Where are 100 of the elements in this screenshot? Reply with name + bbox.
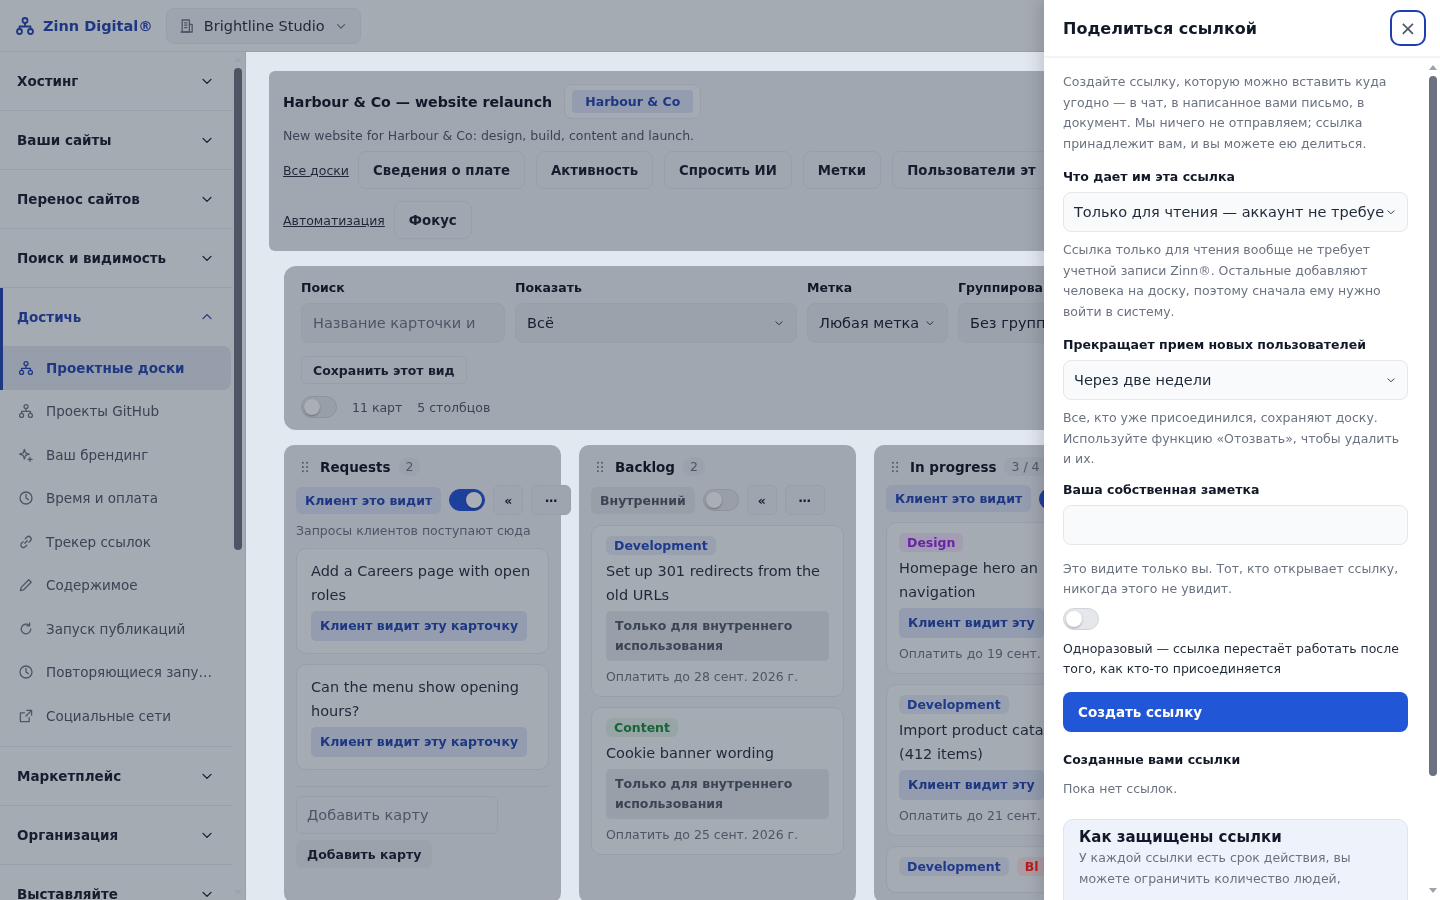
- create-link-button[interactable]: Создать ссылку: [1063, 691, 1408, 732]
- select-field[interactable]: Всё: [515, 303, 797, 343]
- task-card[interactable]: Development Set up 301 redirects from the old URLs Только для внутреннего использования Оплатить до 28 сент. 2026 г.: [591, 525, 844, 697]
- card-count: 2: [682, 457, 705, 476]
- sitemap-icon: [18, 403, 34, 420]
- tag-label: Content: [606, 718, 678, 737]
- task-card[interactable]: Content Cookie banner wording Только для внутреннего использования Оплатить до 25 сент. 2026 г.: [591, 707, 844, 855]
- intro-text: Создайте ссылку, которую можно вставить куда угодно — в чат, в написанное вами письмо, в документ. Мы ничего не отправляем; ссылка принадлежит вам, и вы можете ею делиться.: [1063, 73, 1388, 153]
- tag-label: Development: [899, 695, 1009, 714]
- expiry-select[interactable]: Через две недели: [1063, 360, 1408, 400]
- more-button[interactable]: ⋯: [531, 485, 572, 515]
- tag-label: Design: [899, 533, 964, 552]
- column-note: Запросы клиентов поступают сюда: [296, 523, 532, 538]
- toggle-switch[interactable]: [301, 396, 337, 418]
- close-button[interactable]: ×: [1390, 10, 1426, 46]
- task-card[interactable]: Design Homepage hero an navigation Клиент видит эту Оплатить до 19 сент.: [886, 522, 1044, 674]
- external-icon: [18, 707, 34, 724]
- due-date: Оплатить до 28 сент. 2026 г.: [606, 669, 800, 684]
- sidebar-section[interactable]: Маркетплейс: [0, 746, 233, 805]
- toggle-label: Одноразовый — ссылка перестаёт работать после того, как кто-то присоединяется: [1063, 639, 1400, 678]
- add-card-field[interactable]: Добавить карту: [296, 796, 498, 834]
- nav-button[interactable]: Спросить ИИ: [664, 151, 792, 189]
- tag-label: Development: [606, 536, 716, 555]
- sidebar-item[interactable]: Проекты GitHub: [0, 389, 231, 433]
- visibility-label: Внутренний: [591, 486, 695, 514]
- sidebar-section[interactable]: Организация: [0, 805, 233, 864]
- client-tag: Harbour & Co: [564, 84, 702, 119]
- nav-button[interactable]: Сведения о плате: [357, 151, 525, 189]
- scrollbar[interactable]: [1429, 76, 1437, 776]
- collapse-button[interactable]: «: [746, 485, 777, 515]
- scroll-down-icon[interactable]: [1429, 888, 1437, 894]
- select-field[interactable]: Без групп: [958, 303, 1044, 343]
- column-count: 5 столбцов: [417, 399, 491, 415]
- task-card[interactable]: Development Bl: [886, 846, 1044, 893]
- scroll-up-icon[interactable]: [1429, 64, 1437, 70]
- visibility-label: Клиент видит эту: [899, 608, 1044, 638]
- section-title: Созданные вами ссылки: [1063, 751, 1242, 767]
- access-select[interactable]: Только для чтения — аккаунт не требуе: [1063, 192, 1408, 232]
- empty-state-text: Пока нет ссылок.: [1063, 779, 1179, 798]
- sidebar-item[interactable]: Время и оплата: [0, 476, 231, 520]
- field-label: Поиск: [301, 280, 346, 295]
- sidebar-item[interactable]: Трекер ссылок: [0, 520, 231, 564]
- card-title: Homepage hero an navigation: [899, 559, 1039, 602]
- drawer-title: Поделиться ссылкой: [1063, 18, 1258, 38]
- card-title: Can the menu show opening hours?: [311, 678, 520, 721]
- more-button[interactable]: ⋯: [784, 485, 825, 515]
- info-title: Как защищены ссылки: [1079, 828, 1283, 846]
- refresh-icon: [18, 620, 34, 637]
- nav-button[interactable]: Активность: [535, 151, 654, 189]
- visibility-label: Клиент видит эту: [899, 770, 1044, 800]
- clock-icon: [18, 664, 34, 681]
- save-view-button[interactable]: Сохранить этот вид: [301, 356, 467, 384]
- add-card-button[interactable]: Добавить карту: [296, 840, 433, 868]
- clock-icon: [18, 490, 34, 507]
- sidebar-section[interactable]: Перенос сайтов: [0, 170, 233, 228]
- sidebar-item[interactable]: Повторяющиеся запу…: [0, 650, 231, 694]
- card-title: Add a Careers page with open roles: [311, 562, 532, 605]
- visibility-label: Только для внутреннего использования: [606, 611, 829, 661]
- nav-button[interactable]: Метки: [802, 151, 882, 189]
- board-title: Harbour & Co — website relaunch: [283, 93, 553, 110]
- due-date: Оплатить до 21 сент.: [899, 808, 1042, 823]
- tag-label: Development: [899, 857, 1009, 876]
- card-title: Set up 301 redirects from the old URLs: [606, 562, 822, 605]
- select-field[interactable]: Любая метка: [807, 303, 948, 343]
- task-card[interactable]: Development Import product cata (412 items) Клиент видит эту Оплатить до 21 сент.: [886, 684, 1044, 836]
- sidebar-section[interactable]: Хостинг: [0, 52, 233, 110]
- nav-button[interactable]: Пользователи эт: [892, 151, 1044, 189]
- workspace-selector[interactable]: Brightline Studio: [165, 7, 361, 44]
- toggle-switch[interactable]: [702, 489, 739, 511]
- sitemap-icon: [18, 359, 34, 376]
- sidebar-item[interactable]: Содержимое: [0, 563, 231, 607]
- sidebar-section[interactable]: Ваши сайты: [0, 111, 233, 169]
- visibility-label: Клиент видит эту карточку: [311, 611, 528, 641]
- nav-link[interactable]: Автоматизация: [283, 212, 385, 228]
- visibility-label: Только для внутреннего использования: [606, 769, 829, 819]
- help-text: Все, кто уже присоединился, сохраняют доску. Используйте функцию «Отозвать», чтобы удалить и их.: [1063, 409, 1401, 468]
- field-label: Прекращает прием новых пользователей: [1063, 337, 1367, 352]
- field-label: Что дает им эта ссылка: [1063, 169, 1236, 184]
- nav-link[interactable]: Все доски: [283, 162, 349, 178]
- scrollbar[interactable]: [234, 68, 242, 550]
- building-icon: [178, 17, 195, 34]
- field-label: Группирова: [958, 280, 1044, 295]
- sidebar-item[interactable]: Социальные сети: [0, 694, 231, 738]
- pencil-icon: [18, 577, 34, 594]
- note-field[interactable]: [1063, 504, 1408, 545]
- info-text: У каждой ссылки есть срок действия, вы можете ограничить количество людей,: [1079, 849, 1352, 888]
- toggle-switch[interactable]: [449, 489, 486, 511]
- task-card[interactable]: Can the menu show opening hours? Клиент видит эту карточку: [296, 664, 549, 770]
- task-card[interactable]: Add a Careers page with open roles Клиент видит эту карточку: [296, 548, 549, 654]
- sidebar-item[interactable]: Проектные доски: [0, 346, 231, 390]
- sitemap-icon: [15, 15, 35, 36]
- due-date: Оплатить до 25 сент. 2026 г.: [606, 827, 800, 842]
- nav-button[interactable]: Фокус: [393, 201, 472, 239]
- collapse-button[interactable]: «: [493, 485, 524, 515]
- search-field[interactable]: Название карточки и: [301, 303, 505, 343]
- sidebar-item[interactable]: Ваш брендинг: [0, 433, 231, 477]
- sidebar-section[interactable]: Поиск и видимость: [0, 229, 233, 287]
- sidebar-section[interactable]: Выставляйте: [0, 864, 233, 900]
- visibility-label: Клиент это видит: [296, 486, 442, 514]
- sidebar-item[interactable]: Запуск публикаций: [0, 607, 231, 651]
